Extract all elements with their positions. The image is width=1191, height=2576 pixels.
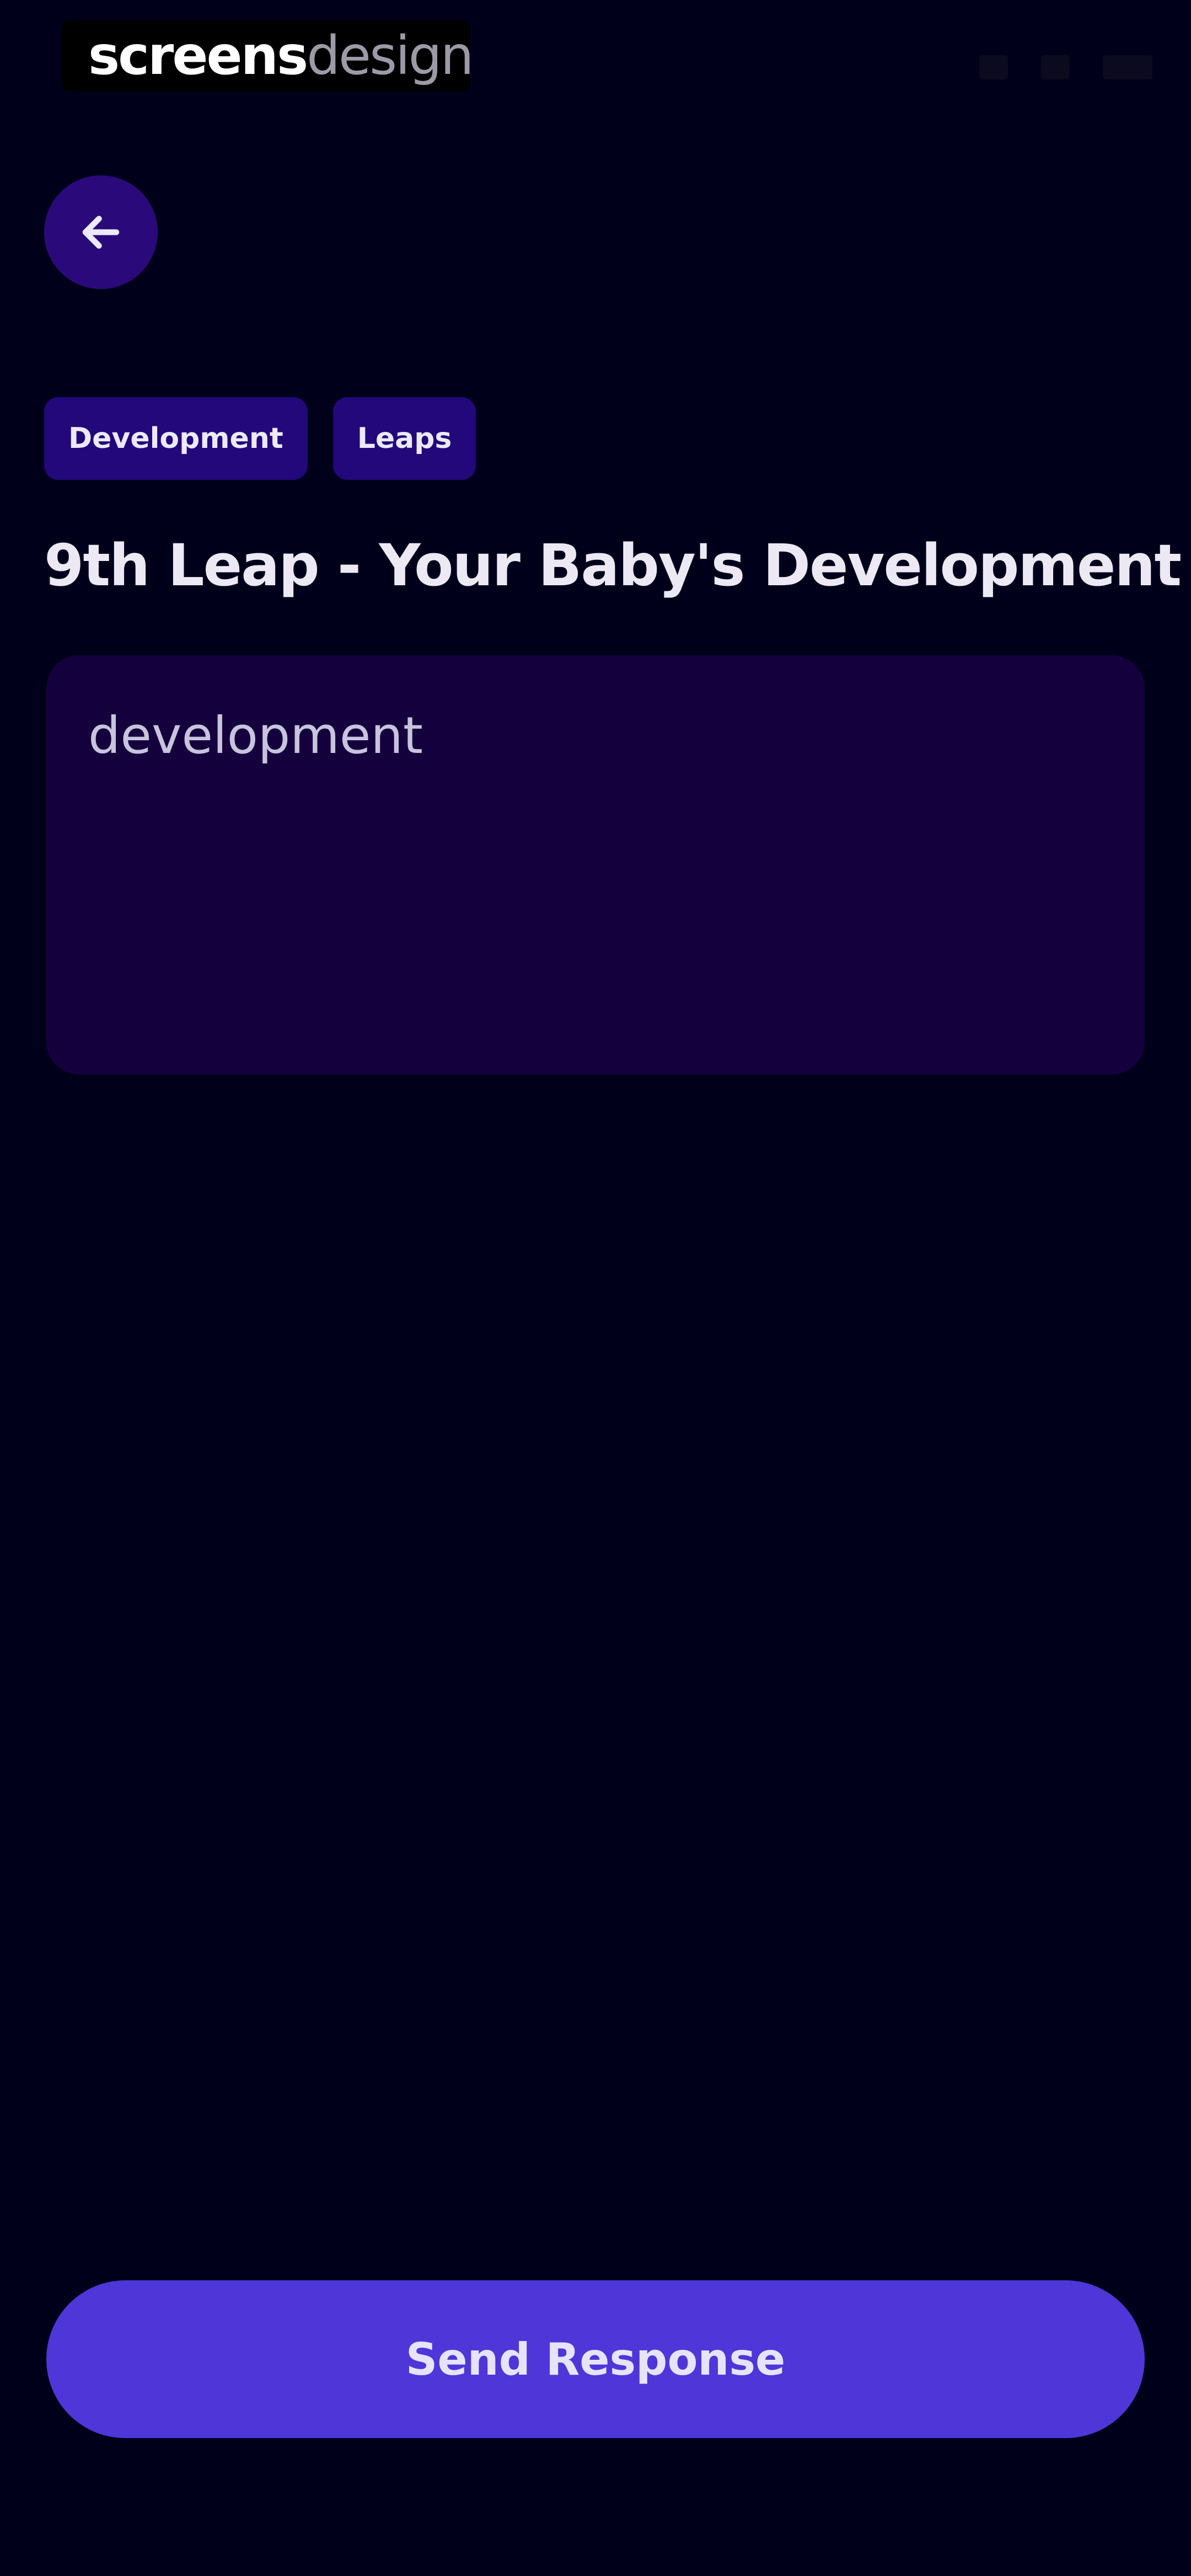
page-title: 9th Leap - Your Baby's Development — [44, 532, 1182, 599]
tag-list: Development Leaps — [44, 397, 476, 480]
brand-logo-bold-text: screens — [88, 25, 308, 87]
back-button[interactable] — [44, 175, 158, 289]
send-response-button[interactable]: Send Response — [46, 2280, 1145, 2438]
signal-icon — [1041, 55, 1070, 79]
brand-logo-light-text: design — [307, 25, 474, 87]
tag-development[interactable]: Development — [44, 397, 308, 480]
status-icons — [979, 55, 1152, 79]
arrow-left-icon — [78, 209, 124, 255]
wifi-icon — [979, 55, 1008, 79]
tag-leaps[interactable]: Leaps — [332, 397, 476, 480]
battery-icon — [1103, 55, 1152, 79]
response-input[interactable] — [46, 655, 1145, 1075]
status-bar: screens design — [0, 0, 1191, 127]
brand-logo: screens design — [62, 20, 474, 92]
